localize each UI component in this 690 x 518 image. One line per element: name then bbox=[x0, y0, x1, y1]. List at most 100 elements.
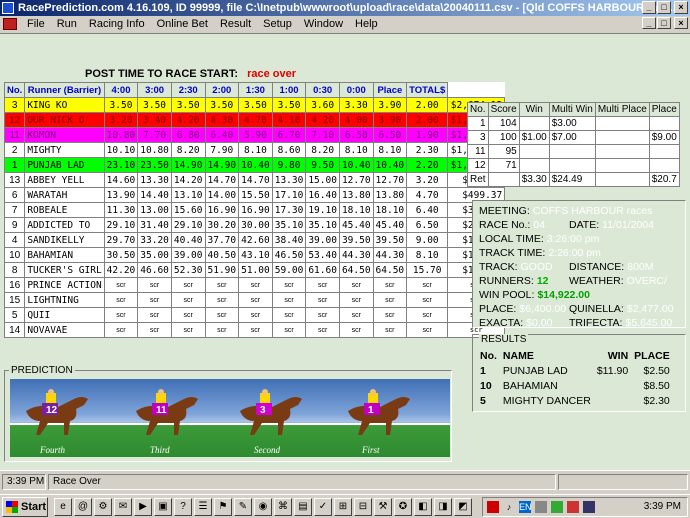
runner-row[interactable]: 12 OUR NICK O' 3.20 3.40 4.20 4.30 4.70 4.10 4.2… bbox=[3, 112, 506, 128]
odds-header-cell[interactable]: TOTAL$ bbox=[406, 82, 449, 98]
menu-online-bet[interactable]: Online Bet bbox=[151, 16, 214, 32]
track-time-row: TRACK TIME: 2:26:00 pm bbox=[479, 247, 601, 259]
score-cell: 100 bbox=[487, 130, 520, 145]
help-icon[interactable]: ? bbox=[174, 498, 192, 516]
outlook-icon[interactable]: ✉ bbox=[114, 498, 132, 516]
network-icon[interactable] bbox=[535, 501, 547, 513]
doc-minimize-button[interactable]: _ bbox=[642, 17, 656, 29]
odds-header-cell[interactable]: 3:00 bbox=[137, 82, 172, 98]
split-right-icon[interactable]: ◨ bbox=[434, 498, 452, 516]
odds-header-cell[interactable]: 4:00 bbox=[103, 82, 139, 98]
runner-row[interactable]: 14 NOVAVAE scr scr scr scr scr scr scr scr scr scr s… bbox=[3, 322, 506, 338]
odds-header-cell[interactable]: 0:00 bbox=[338, 82, 374, 98]
window-icon[interactable]: ▣ bbox=[154, 498, 172, 516]
start-button[interactable]: Start bbox=[2, 497, 48, 517]
odds-header-cell[interactable]: Runner (Barrier) bbox=[24, 82, 105, 98]
app-icon[interactable]: ◉ bbox=[254, 498, 272, 516]
settings-icon[interactable]: ⚙ bbox=[94, 498, 112, 516]
odds-cell: 19.10 bbox=[305, 202, 340, 218]
odds-cell: 8.10 bbox=[238, 142, 273, 158]
check-icon[interactable]: ✓ bbox=[314, 498, 332, 516]
doc-icon[interactable]: ▤ bbox=[294, 498, 312, 516]
runner-row[interactable]: 6 WARATAH 13.90 14.40 13.10 14.00 15.50 17.10 16… bbox=[3, 187, 506, 203]
odds-header-cell[interactable]: No. bbox=[3, 82, 26, 98]
results-table: No. NAME WIN PLACE 1 PUNJAB LAD $11.90 $2.50 10… bbox=[477, 348, 673, 408]
runner-row[interactable]: 2 MIGHTY 10.10 10.80 8.20 7.90 8.10 8.60 8.20 8.1… bbox=[3, 142, 506, 158]
runner-row[interactable]: 3 KING KO 3.50 3.50 3.50 3.50 3.50 3.50 3.60 3.30… bbox=[3, 97, 506, 113]
odds-cell: 17.10 bbox=[271, 187, 307, 203]
flag-icon[interactable]: ⚑ bbox=[214, 498, 232, 516]
star-icon[interactable]: ✪ bbox=[394, 498, 412, 516]
tray-icon-blue[interactable] bbox=[583, 501, 595, 513]
status-pane-empty bbox=[558, 474, 688, 490]
runner-row[interactable]: 9 ADDICTED TO 29.10 31.40 29.10 30.20 30.00 35.… bbox=[3, 217, 506, 233]
horse-icon bbox=[240, 389, 302, 435]
menu-help[interactable]: Help bbox=[349, 16, 384, 32]
menu-run[interactable]: Run bbox=[51, 16, 83, 32]
odds-cell: 10.40 bbox=[238, 157, 273, 173]
split-bottom-icon[interactable]: ◩ bbox=[454, 498, 472, 516]
menu-racing-info[interactable]: Racing Info bbox=[83, 16, 151, 32]
score-cell bbox=[594, 116, 650, 131]
tray-app-icon[interactable] bbox=[487, 501, 499, 513]
tools-icon[interactable]: ⚒ bbox=[374, 498, 392, 516]
menu-setup[interactable]: Setup bbox=[257, 16, 298, 32]
odds-cell: scr bbox=[170, 307, 206, 323]
runner-row[interactable]: 7 ROBEALE 11.30 13.00 15.60 16.90 16.90 17.30 19… bbox=[3, 202, 506, 218]
runner-row[interactable]: 16 PRINCE ACTION scr scr scr scr scr scr scr scr s… bbox=[3, 277, 506, 293]
odds-header-cell[interactable]: 1:00 bbox=[271, 82, 307, 98]
odds-header-cell[interactable]: Place bbox=[372, 82, 408, 98]
runner-row[interactable]: 10 BAHAMIAN 30.50 35.00 39.00 40.50 43.10 46.50… bbox=[3, 247, 506, 263]
odds-cell: 9.80 bbox=[271, 157, 307, 173]
minimize-button[interactable]: _ bbox=[642, 1, 656, 14]
edit-icon[interactable]: ✎ bbox=[234, 498, 252, 516]
result-row: 5 MIGHTY DANCER $2.30 bbox=[477, 393, 673, 408]
odds-cell: 10.40 bbox=[372, 157, 408, 173]
odds-header-cell[interactable]: 2:00 bbox=[204, 82, 240, 98]
runner-row[interactable]: 1 PUNJAB LAD 23.10 23.50 14.90 14.90 10.40 9.80… bbox=[3, 157, 506, 173]
split-icon[interactable]: ◧ bbox=[414, 498, 432, 516]
runner-row[interactable]: 15 LIGHTNING scr scr scr scr scr scr scr scr scr sc… bbox=[3, 292, 506, 308]
odds-header-cell[interactable]: 0:30 bbox=[305, 82, 340, 98]
prediction-panel: PREDICTION 12 Fourth 11 Third 3 Second 1… bbox=[4, 365, 452, 462]
doc-close-button[interactable]: × bbox=[674, 17, 688, 29]
grid-icon[interactable]: ⊞ bbox=[334, 498, 352, 516]
runner-row[interactable]: 5QUIIscrscrscrscrscrscrscrscrscrscrscr bbox=[3, 307, 506, 323]
doc-restore-button[interactable]: □ bbox=[657, 17, 671, 29]
odds-header-cell[interactable]: 1:30 bbox=[238, 82, 273, 98]
odds-cell: 44.30 bbox=[338, 247, 374, 263]
cmd-icon[interactable]: ⌘ bbox=[274, 498, 292, 516]
window-title-bar[interactable]: RacePrediction.com 4.16.109, ID 99999, f… bbox=[0, 0, 690, 16]
odds-cell: 3.40 bbox=[137, 112, 172, 128]
odds-cell: scr bbox=[238, 277, 273, 293]
odds-cell: 30.50 bbox=[103, 247, 139, 263]
tray-icon-red[interactable] bbox=[567, 501, 579, 513]
runner-row[interactable]: 11 KOMON 10.80 7.70 6.80 6.40 5.90 6.70 7.10 6.50… bbox=[3, 127, 506, 143]
media-icon[interactable]: ▶ bbox=[134, 498, 152, 516]
results-header-cell: NAME bbox=[502, 349, 534, 362]
menu-result[interactable]: Result bbox=[214, 16, 257, 32]
speaker-icon[interactable]: ♪ bbox=[503, 501, 515, 513]
odds-cell: scr bbox=[204, 307, 240, 323]
panel-icon[interactable]: ⊟ bbox=[354, 498, 372, 516]
tray-icon-green[interactable] bbox=[551, 501, 563, 513]
menu-file[interactable]: File bbox=[21, 16, 51, 32]
maximize-button[interactable]: □ bbox=[657, 1, 671, 14]
menu-window[interactable]: Window bbox=[298, 16, 349, 32]
mail-icon[interactable]: @ bbox=[74, 498, 92, 516]
score-cell: $9.00 bbox=[648, 130, 680, 145]
finish-position-label: Second bbox=[254, 445, 280, 455]
list-icon[interactable]: ☰ bbox=[194, 498, 212, 516]
language-icon[interactable]: EN bbox=[519, 501, 532, 513]
runner-row[interactable]: 8 TUCKER'S GIRL 42.20 46.60 52.30 51.90 51.00 5… bbox=[3, 262, 506, 278]
app-icon[interactable] bbox=[2, 2, 14, 14]
odds-header-cell[interactable]: 2:30 bbox=[170, 82, 206, 98]
place-odds: 2.20 bbox=[406, 157, 449, 173]
ie-icon[interactable]: e bbox=[54, 498, 72, 516]
runner-row[interactable]: 13 ABBEY YELL 14.60 13.30 14.20 14.70 14.70 13.… bbox=[3, 172, 506, 188]
win-pool-row: WIN POOL: $14,922.00 bbox=[479, 289, 590, 301]
close-button[interactable]: × bbox=[674, 1, 688, 14]
runner-row[interactable]: 4 SANDIKELLY 29.70 33.20 40.40 37.70 42.60 38.4… bbox=[3, 232, 506, 248]
document-icon[interactable] bbox=[3, 18, 17, 30]
odds-cell: scr bbox=[305, 322, 340, 338]
